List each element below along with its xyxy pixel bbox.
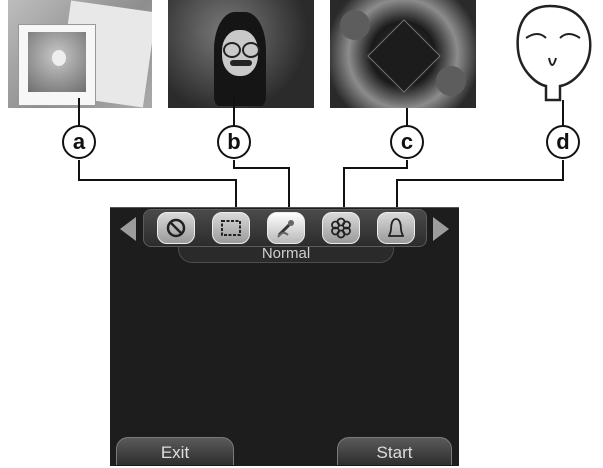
callout-c: c bbox=[390, 125, 424, 159]
effect-button-photo-frame[interactable] bbox=[212, 212, 250, 244]
callout-b: b bbox=[217, 125, 251, 159]
effect-button-face-distortion[interactable] bbox=[377, 212, 415, 244]
kaleidoscope-icon bbox=[331, 217, 351, 239]
left-arrow-icon[interactable] bbox=[120, 217, 136, 241]
photo-frame-icon bbox=[221, 220, 241, 236]
selected-effect-label: Normal bbox=[261, 245, 311, 262]
exit-button[interactable]: Exit bbox=[116, 437, 234, 465]
effect-button-none[interactable] bbox=[157, 212, 195, 244]
effect-button-funny-face[interactable] bbox=[267, 212, 305, 244]
callout-d: d bbox=[546, 125, 580, 159]
face-distortion-icon bbox=[388, 218, 404, 237]
funny-face-icon bbox=[277, 220, 294, 238]
start-button[interactable]: Start bbox=[337, 437, 452, 465]
right-arrow-icon[interactable] bbox=[433, 217, 449, 241]
effect-button-kaleidoscope[interactable] bbox=[322, 212, 360, 244]
callout-a: a bbox=[62, 125, 96, 159]
no-effect-icon bbox=[166, 218, 186, 238]
